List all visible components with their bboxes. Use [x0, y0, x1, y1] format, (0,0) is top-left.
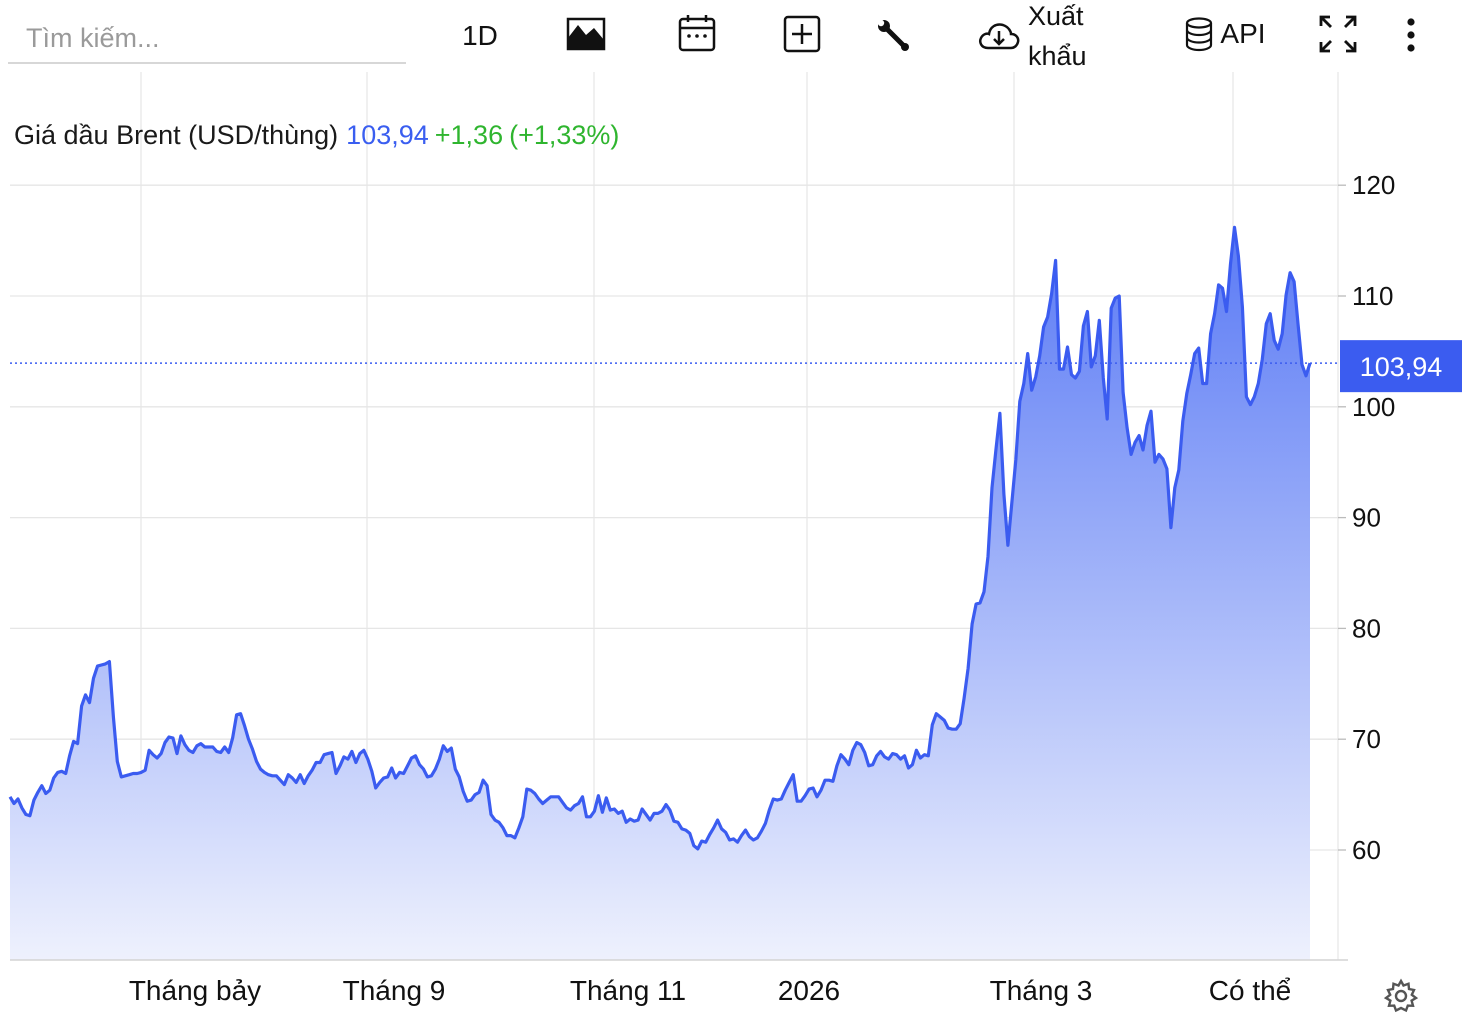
price-change-percent: (+1,33%): [509, 120, 620, 150]
last-price: 103,94: [346, 120, 429, 150]
x-tick-label: Tháng 11: [570, 975, 686, 1006]
gear-icon: [1383, 978, 1419, 1013]
price-change: +1,36: [434, 120, 504, 150]
last-price-tag: 103,94: [1340, 340, 1462, 393]
x-tick-label: 2026: [778, 975, 840, 1006]
y-tick-label: 80: [1352, 613, 1381, 643]
y-tick-label: 110: [1352, 281, 1393, 311]
x-tick-label: Có thể: [1209, 975, 1292, 1006]
y-tick-label: 90: [1352, 503, 1381, 533]
price-tag-label: 103,94: [1360, 352, 1443, 382]
x-tick-label: Tháng 3: [990, 975, 1093, 1006]
series-legend: Giá dầu Brent (USD/thùng) 103,94 +1,36 (+1,…: [14, 120, 619, 151]
series-name: Giá dầu Brent (USD/thùng): [14, 120, 339, 150]
x-axis: Tháng bảy Tháng 9 Tháng 11 2026 Tháng 3 Có th…: [10, 959, 1348, 1006]
y-tick-label: 60: [1352, 835, 1381, 865]
x-tick-label: Tháng bảy: [129, 975, 261, 1006]
y-tick-label: 100: [1352, 392, 1395, 422]
y-tick-label: 70: [1352, 724, 1381, 754]
chart-settings-button[interactable]: [1383, 978, 1419, 1014]
y-tick-label: 120: [1352, 170, 1395, 200]
x-tick-label: Tháng 9: [343, 975, 446, 1006]
price-chart[interactable]: 60708090100110120 Tháng bảy Tháng 9 Tháng …: [0, 0, 1468, 1026]
series-area: [10, 227, 1310, 961]
y-axis: 60 70 80 90 100 110 120: [1338, 170, 1395, 865]
